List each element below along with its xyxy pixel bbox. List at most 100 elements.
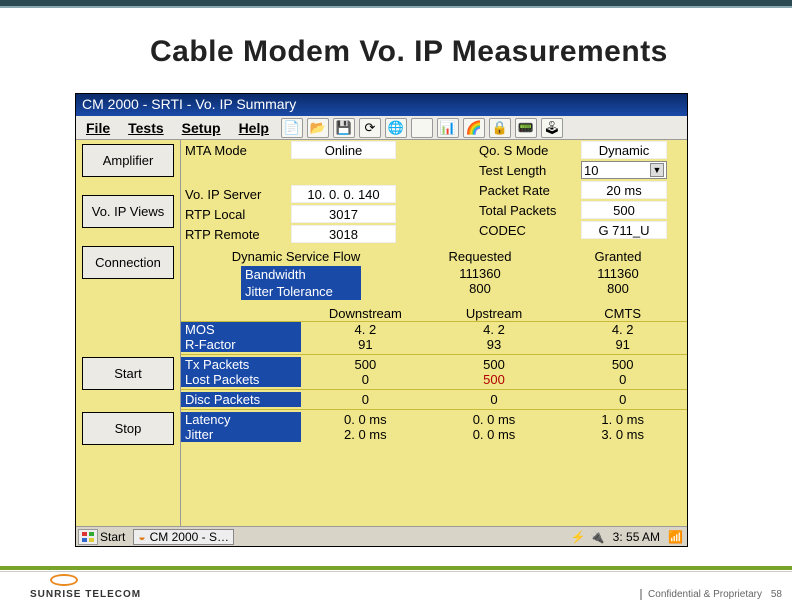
value-bw-granted: 111360	[549, 266, 687, 281]
toolbar-browser-icon[interactable]: 🌐	[385, 118, 407, 138]
sidebar-connection-button[interactable]: Connection	[82, 246, 174, 279]
stats-cell: 2. 0 ms	[301, 427, 430, 442]
stats-cell: 0	[430, 392, 559, 407]
value-jt-granted: 800	[549, 281, 687, 296]
toolbar-save-icon[interactable]: 💾	[333, 118, 355, 138]
stats-cell: 1. 0 ms	[558, 412, 687, 427]
stats-cell: 3. 0 ms	[558, 427, 687, 442]
tray-icon-1[interactable]: ⚡	[571, 530, 586, 544]
toolbar-blank-icon[interactable]	[411, 118, 433, 138]
value-jt-requested: 800	[411, 281, 549, 296]
content-area: MTA Mode Online Vo. IP Server 10. 0. 0. …	[181, 140, 687, 526]
label-rtp-remote: RTP Remote	[181, 227, 291, 242]
label-qos-mode: Qo. S Mode	[461, 143, 581, 158]
taskbar-task[interactable]: ◒ CM 2000 - S…	[133, 529, 234, 545]
label-test-length: Test Length	[461, 163, 581, 178]
value-voip-server: 10. 0. 0. 140	[291, 185, 396, 203]
toolbar-device-icon[interactable]: 📟	[515, 118, 537, 138]
value-total-packets: 500	[581, 201, 667, 219]
value-packet-rate: 20 ms	[581, 181, 667, 199]
stats-cell: 0	[301, 392, 430, 407]
stats-cell: 500	[430, 372, 559, 387]
taskbar: Start ◒ CM 2000 - S… ⚡ 🔌 3: 55 AM 📶	[76, 526, 687, 546]
label-rtp-local: RTP Local	[181, 207, 291, 222]
stats-cell: 4. 2	[301, 322, 430, 337]
label-codec: CODEC	[461, 223, 581, 238]
footer-confidential: Confidential & Proprietary	[640, 589, 762, 600]
footer: SUNRISE TELECOM Confidential & Proprieta…	[0, 562, 792, 612]
toolbar-spectrum-icon[interactable]: 🌈	[463, 118, 485, 138]
stats-cell: 4. 2	[430, 322, 559, 337]
value-rtp-remote: 3018	[291, 225, 396, 243]
sidebar-stop-button[interactable]: Stop	[82, 412, 174, 445]
stats-row-label: Tx Packets	[181, 357, 301, 372]
toolbar-control-icon[interactable]: 🕹	[541, 118, 563, 138]
label-voip-server: Vo. IP Server	[181, 187, 291, 202]
col-upstream: Upstream	[430, 306, 559, 321]
label-jitter-tolerance: Jitter Tolerance	[241, 283, 361, 300]
stats-row: Lost Packets05000	[181, 372, 687, 387]
page-number: 58	[771, 589, 782, 600]
menu-tests[interactable]: Tests	[120, 118, 172, 138]
stats-cell: 0	[301, 372, 430, 387]
stats-cell: 500	[301, 357, 430, 372]
stats-row-label: MOS	[181, 322, 301, 337]
tray-icon-3[interactable]: 📶	[668, 530, 683, 544]
stats-row: R-Factor919391	[181, 337, 687, 352]
label-dsf: Dynamic Service Flow	[181, 249, 411, 264]
toolbar-chart-icon[interactable]: 📊	[437, 118, 459, 138]
dropdown-test-length[interactable]: 10 ▼	[581, 161, 667, 179]
stats-cell: 500	[558, 357, 687, 372]
menu-help[interactable]: Help	[231, 118, 277, 138]
stats-cell: 0. 0 ms	[301, 412, 430, 427]
taskbar-task-label: CM 2000 - S…	[150, 530, 229, 544]
stats-cell: 91	[301, 337, 430, 352]
menu-setup[interactable]: Setup	[174, 118, 229, 138]
sidebar-start-button[interactable]: Start	[82, 357, 174, 390]
slide-title: Cable Modem Vo. IP Measurements	[150, 35, 772, 69]
stats-row: Jitter2. 0 ms0. 0 ms3. 0 ms	[181, 427, 687, 442]
value-test-length: 10	[584, 163, 598, 178]
window-titlebar: CM 2000 - SRTI - Vo. IP Summary	[76, 94, 687, 116]
stats-cell: 91	[558, 337, 687, 352]
sidebar-amplifier-button[interactable]: Amplifier	[82, 144, 174, 177]
tray-icon-2[interactable]: 🔌	[590, 530, 605, 544]
stats-cell: 0. 0 ms	[430, 427, 559, 442]
label-packet-rate: Packet Rate	[461, 183, 581, 198]
toolbar-refresh-icon[interactable]: ⟳	[359, 118, 381, 138]
col-downstream: Downstream	[301, 306, 430, 321]
label-mta-mode: MTA Mode	[181, 143, 291, 158]
app-window: CM 2000 - SRTI - Vo. IP Summary File Tes…	[75, 93, 688, 547]
label-bandwidth: Bandwidth	[241, 266, 361, 283]
toolbar-new-icon[interactable]: 📄	[281, 118, 303, 138]
sidebar: Amplifier Vo. IP Views Connection Start …	[76, 140, 181, 526]
stats-row: Disc Packets000	[181, 392, 687, 407]
value-qos-mode: Dynamic	[581, 141, 667, 159]
label-total-packets: Total Packets	[461, 203, 581, 218]
stats-cell: 0	[558, 392, 687, 407]
taskbar-start-icon[interactable]	[78, 529, 98, 545]
label-granted: Granted	[549, 249, 687, 264]
value-codec: G 711_U	[581, 221, 667, 239]
menu-file[interactable]: File	[78, 118, 118, 138]
stats-row-label: Lost Packets	[181, 372, 301, 387]
menubar: File Tests Setup Help 📄 📂 💾 ⟳ 🌐 📊 🌈 🔒 📟 …	[76, 116, 687, 140]
stats-cell: 4. 2	[558, 322, 687, 337]
stats-row: Tx Packets500500500	[181, 357, 687, 372]
toolbar-lock-icon[interactable]: 🔒	[489, 118, 511, 138]
label-requested: Requested	[411, 249, 549, 264]
sidebar-voip-views-button[interactable]: Vo. IP Views	[82, 195, 174, 228]
stats-cell: 0. 0 ms	[430, 412, 559, 427]
taskbar-start-label[interactable]: Start	[100, 530, 125, 544]
stats-cell: 0	[558, 372, 687, 387]
stats-cell: 500	[430, 357, 559, 372]
logo-text: SUNRISE TELECOM	[30, 589, 141, 600]
stats-row: Latency0. 0 ms0. 0 ms1. 0 ms	[181, 412, 687, 427]
stats-row-label: Disc Packets	[181, 392, 301, 407]
value-bw-requested: 111360	[411, 266, 549, 281]
stats-row-label: Jitter	[181, 427, 301, 442]
toolbar-open-icon[interactable]: 📂	[307, 118, 329, 138]
stats-row-label: R-Factor	[181, 337, 301, 352]
chevron-down-icon: ▼	[650, 163, 664, 177]
stats-cell: 93	[430, 337, 559, 352]
